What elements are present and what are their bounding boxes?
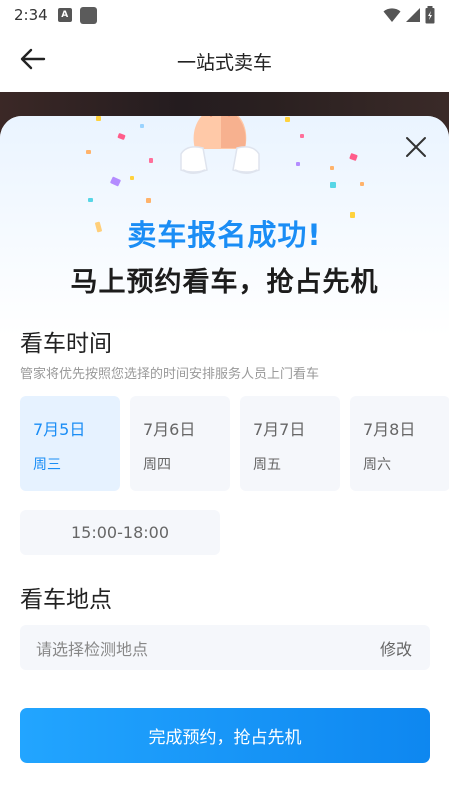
date-day: 7月6日	[143, 420, 196, 439]
status-right-icons	[383, 6, 435, 24]
submit-booking-button[interactable]: 完成预约，抢占先机	[20, 708, 430, 763]
app-header: 一站式卖车	[0, 30, 449, 92]
date-option-2[interactable]: 7月7日 周五	[240, 396, 340, 491]
notification-icon: A	[57, 8, 72, 22]
location-field[interactable]: 请选择检测地点 修改	[20, 625, 430, 670]
date-option-3[interactable]: 7月8日 周六	[350, 396, 449, 491]
success-title: 卖车报名成功!	[127, 218, 322, 252]
location-placeholder: 请选择检测地点	[36, 639, 149, 659]
booking-sheet: 卖车报名成功! 马上预约看车，抢占先机 看车时间 管家将优先按照您选择的时间安排…	[0, 116, 449, 800]
close-icon	[406, 137, 426, 157]
time-slot-option[interactable]: 15:00-18:00	[20, 510, 220, 555]
date-option-0[interactable]: 7月5日 周三	[20, 396, 120, 491]
battery-icon	[425, 6, 435, 24]
app-icon	[79, 6, 97, 24]
date-weekday: 周五	[253, 457, 281, 473]
viewing-time-title: 看车时间	[20, 331, 112, 357]
clapping-hands-icon	[180, 116, 260, 174]
viewing-time-hint: 管家将优先按照您选择的时间安排服务人员上门看车	[20, 367, 320, 382]
date-options: 7月5日 周三 7月6日 周四 7月7日 周五 7月8日 周六	[20, 396, 449, 491]
page-title: 一站式卖车	[176, 52, 272, 74]
date-day: 7月7日	[253, 420, 306, 439]
wifi-icon	[383, 8, 401, 22]
status-bar: 2:34 A	[0, 0, 449, 30]
date-weekday: 周六	[363, 457, 391, 473]
location-edit-link[interactable]: 修改	[380, 636, 412, 660]
date-day: 7月8日	[363, 420, 416, 439]
success-subtitle: 马上预约看车，抢占先机	[70, 267, 379, 298]
date-weekday: 周四	[143, 457, 171, 473]
viewing-location-title: 看车地点	[20, 587, 112, 613]
date-day: 7月5日	[33, 420, 86, 439]
date-weekday: 周三	[33, 457, 61, 473]
signal-icon	[406, 8, 420, 22]
close-button[interactable]	[401, 132, 431, 162]
date-option-1[interactable]: 7月6日 周四	[130, 396, 230, 491]
status-time: 2:34	[14, 6, 48, 24]
